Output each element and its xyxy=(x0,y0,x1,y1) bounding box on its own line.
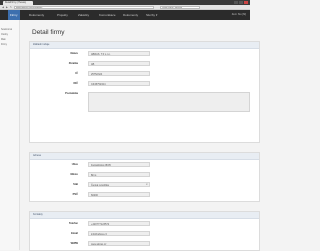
select-country[interactable]: Česká republika ▼ xyxy=(88,182,150,187)
sidebar-item-2[interactable]: Osoby xyxy=(1,33,8,36)
label-city: Město xyxy=(70,173,79,176)
label-note: Poznámka xyxy=(65,92,78,95)
app-navbar: Firmy Dokumenty Projekty Zakázky Komunik… xyxy=(0,10,250,20)
sidebar-item-3[interactable]: Mak xyxy=(1,38,6,41)
refresh-icon[interactable]: ↻ xyxy=(10,6,12,9)
sidebar-item-1[interactable]: Soukromá xyxy=(1,28,12,31)
maximize-icon[interactable] xyxy=(239,1,243,4)
address-bar[interactable]: www.filmfirm.cz/firmy/detail xyxy=(14,6,154,9)
sidebar-item-4[interactable]: Firmy xyxy=(1,43,7,46)
nav-item-4[interactable]: Zakázky xyxy=(78,10,89,20)
field-email[interactable]: info@abras.cz xyxy=(88,231,150,236)
field-city[interactable]: Brno xyxy=(88,172,150,177)
user-menu[interactable]: Zern Sto [M] xyxy=(232,10,246,20)
page-title: Detail firmy xyxy=(32,29,65,36)
nav-item-7[interactable]: Sluzby ▾ xyxy=(146,10,157,20)
label-zip: PSČ xyxy=(72,193,78,196)
label-street: Ulice xyxy=(71,163,78,166)
minimize-icon[interactable] xyxy=(234,1,238,4)
field-dic[interactable]: CZ45752324 xyxy=(88,81,150,86)
label-ic: IČ xyxy=(75,72,78,75)
field-note[interactable] xyxy=(88,92,250,112)
forward-icon[interactable]: ▶ xyxy=(6,6,8,9)
panel-basic-info: Základní údaje Název ABRAS, T.F s.r.o. Z… xyxy=(29,41,260,143)
nav-item-2[interactable]: Dokumenty xyxy=(29,10,44,20)
nav-item-6[interactable]: Dokumenty xyxy=(123,10,138,20)
panel-address: Adresa Ulice Fantaštická 28/05 Město Brn… xyxy=(29,152,260,202)
main-content: Detail firmy Základní údaje Název ABRAS,… xyxy=(20,20,260,251)
label-country: Stát xyxy=(73,183,78,186)
field-name[interactable]: ABRAS, T.F s.r.o. xyxy=(88,51,150,56)
field-zip[interactable]: 60200 xyxy=(88,192,150,197)
panel-header: Adresa xyxy=(30,153,259,160)
label-phone: Telefon xyxy=(68,222,78,225)
label-email: Email xyxy=(71,232,78,235)
nav-item-5[interactable]: Komunikace xyxy=(99,10,116,20)
panel-contacts: Kontakty Telefon +420777123572 Email inf… xyxy=(29,211,260,251)
label-name: Název xyxy=(70,52,79,55)
field-phone[interactable]: +420777123572 xyxy=(88,221,150,226)
back-icon[interactable]: ◀ xyxy=(2,6,4,9)
panel-header: Kontakty xyxy=(30,212,259,219)
panel-header: Základní údaje xyxy=(30,42,259,49)
label-short: Zkratka xyxy=(68,62,78,65)
field-street[interactable]: Fantaštická 28/05 xyxy=(88,162,150,167)
label-www: WWW xyxy=(70,242,78,245)
label-dic: DIČ xyxy=(73,82,78,85)
field-www[interactable]: www.abras.cz xyxy=(88,241,150,246)
select-country-value: Česká republika xyxy=(91,184,109,187)
nav-item-3[interactable]: Projekty xyxy=(57,10,68,20)
search-box[interactable]: Detail firmy | Hesasy xyxy=(160,6,200,9)
field-short[interactable]: AB xyxy=(88,61,150,66)
sidebar: Soukromá Osoby Mak Firmy xyxy=(0,20,20,250)
nav-item-firmy[interactable]: Firmy xyxy=(8,10,20,20)
chevron-down-icon: ▼ xyxy=(145,184,148,186)
field-ic[interactable]: 25752324 xyxy=(88,71,150,76)
close-icon[interactable] xyxy=(244,1,248,4)
